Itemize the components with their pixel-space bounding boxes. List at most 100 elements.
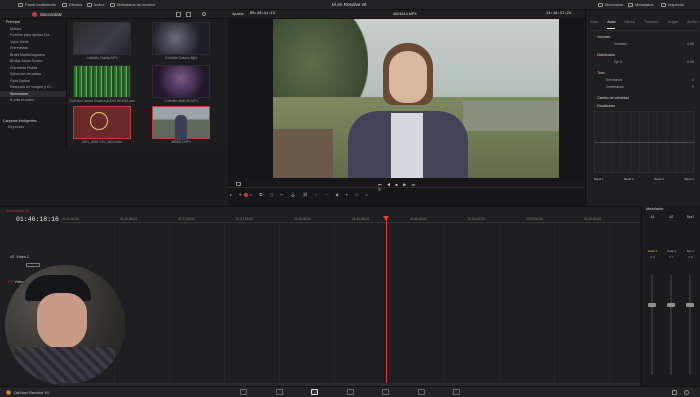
- fader-knob[interactable]: [667, 303, 675, 307]
- viewer-frame[interactable]: [273, 19, 559, 178]
- clip-thumbnail[interactable]: [152, 22, 210, 55]
- fader-knob[interactable]: [686, 303, 694, 307]
- edit-icon[interactable]: [311, 389, 318, 395]
- inspector-tab[interactable]: Efectos: [624, 20, 635, 29]
- clip-thumbnail-selected[interactable]: [152, 106, 210, 140]
- mixer-icon: [598, 2, 603, 7]
- pan-label: Eje X: [614, 60, 623, 64]
- effects-icon: [62, 2, 67, 7]
- channel-fader[interactable]: [667, 275, 675, 375]
- person-silhouette: [175, 115, 187, 140]
- audio-waveform-thumbnail[interactable]: [73, 65, 131, 98]
- media-pool-toggle[interactable]: Panel multimedia: [18, 2, 56, 7]
- eq-graph[interactable]: [594, 111, 695, 173]
- metadata-panel-toggle[interactable]: Metadatos: [628, 2, 654, 7]
- index-toggle[interactable]: Índice: [87, 2, 105, 7]
- scrubber[interactable]: [228, 187, 584, 188]
- page-switcher: [240, 389, 460, 396]
- ruler-tick-label: 01:27:15:00: [236, 217, 253, 221]
- eq-band-2[interactable]: Band 2: [624, 177, 634, 181]
- resolve-logo-icon: [6, 390, 11, 395]
- section-speed-change[interactable]: Cambio de velocidad: [597, 96, 629, 100]
- inspector-tab[interactable]: Archivo: [687, 20, 698, 29]
- viewer-clip-name: 4804614.MP4: [393, 11, 417, 16]
- inspector-icon: [661, 2, 666, 7]
- eq-band-1[interactable]: Band 1: [594, 177, 604, 181]
- channel-value: 0.0: [688, 255, 693, 259]
- cents-label: Centésimas: [606, 85, 624, 89]
- top-menu-bar: Panel multimedia Efectos Índice Metadato…: [0, 0, 700, 10]
- cents-value[interactable]: 0: [692, 85, 694, 89]
- clip-label: Cortinilla Violin 4K.MP4: [164, 99, 198, 103]
- playhead[interactable]: [386, 216, 387, 386]
- eq-band-4[interactable]: Band 4: [684, 177, 694, 181]
- mixer-channels: A1 Audio 1 0.0 A2 Audio 2 0.0 Bus1 Bus 1 0.0: [644, 215, 699, 380]
- ruler-tick-label: 01:00:00:00: [62, 217, 79, 221]
- cursor-mode-icon[interactable]: [244, 193, 248, 197]
- fairlight-icon[interactable]: [417, 389, 425, 395]
- track-v2-label: V2 Vídeo 2: [10, 255, 29, 259]
- timeline-name[interactable]: Sincronizar V2: [6, 209, 29, 213]
- inspector-tab[interactable]: Audio: [607, 20, 616, 29]
- inspector-tab[interactable]: Transición: [644, 20, 659, 29]
- ruler-tick-label: 01:33:45:00: [294, 217, 311, 221]
- metadata-icon: [628, 2, 633, 7]
- inspector-toggle[interactable]: Inspector: [661, 2, 684, 7]
- metadata-toggle[interactable]: Metadatos de archivo: [110, 2, 155, 7]
- section-equalizer[interactable]: Ecualizador: [597, 104, 615, 108]
- mixer-channel-strip: Bus1 Bus 1 0.0: [682, 215, 699, 380]
- eq-band-3[interactable]: Band 3: [654, 177, 664, 181]
- settings-icon[interactable]: [684, 390, 689, 395]
- clip-thumbnail[interactable]: [73, 22, 131, 55]
- cut-icon[interactable]: [275, 389, 283, 395]
- media-icon[interactable]: [240, 389, 247, 395]
- media-pool-icon: [18, 2, 23, 7]
- search-icon[interactable]: [202, 12, 206, 16]
- mixer-toggle[interactable]: Mezclador: [598, 2, 623, 7]
- semitones-value[interactable]: 0: [692, 78, 694, 82]
- ruler-tick-label: 02:10:00:00: [584, 217, 601, 221]
- smart-bin-keywords[interactable]: Keywords: [0, 124, 66, 131]
- section-distribution[interactable]: Distribución: [597, 53, 615, 57]
- home-icon[interactable]: [672, 390, 677, 395]
- fader-knob[interactable]: [648, 303, 656, 307]
- grid-view-icon[interactable]: [176, 12, 181, 17]
- inspector-tab[interactable]: Vídeo: [590, 20, 598, 29]
- channel-fader[interactable]: [648, 275, 656, 375]
- color-icon[interactable]: [382, 389, 389, 395]
- volume-value[interactable]: 0.00: [687, 42, 694, 46]
- playhead-handle[interactable]: [383, 216, 389, 221]
- inspector-tabs: Vídeo Audio Efectos Transición Imagen Archivo: [590, 20, 698, 29]
- mixer-channel-strip: A1 Audio 1 0.0: [644, 215, 661, 380]
- section-volume[interactable]: Volumen: [597, 35, 610, 39]
- zoom-select[interactable]: Ajustar: [232, 12, 244, 16]
- timeline-ruler[interactable]: 01:00:00:00 01:10:55:00 01:17:00:00 01:27:1…: [60, 216, 640, 223]
- clip-thumbnail[interactable]: [152, 65, 210, 98]
- record-timecode: 14:18:47:23: [546, 11, 572, 16]
- channel-value: 0.0: [650, 255, 655, 259]
- channel-fader[interactable]: [686, 275, 694, 375]
- source-timecode: 00:20:41:13: [250, 11, 276, 16]
- channel-name: Audio 1: [647, 249, 658, 253]
- fusion-icon[interactable]: [346, 389, 354, 395]
- timeline: Sincronizar V2 01:46:18:16 01:00:00:00 01…: [0, 206, 640, 386]
- edit-toolbar[interactable]: ▸ ⌖ ▭ ⧉ ◫ ✂ ⚓ ⛓ ⌁ ⋯ ◆ ▾ ☐ ⌕: [230, 192, 470, 199]
- bins-sidebar: Principal Música Fuentes para ajustar Col…: [0, 19, 67, 149]
- sound-library-icon: [110, 2, 115, 7]
- section-pitch[interactable]: Tono: [597, 71, 604, 75]
- list-view-icon[interactable]: [186, 12, 191, 17]
- effects-toggle[interactable]: Efectos: [62, 2, 82, 7]
- inspector-panel: Vídeo Audio Efectos Transición Imagen Archivo…: [585, 10, 700, 207]
- app-name: DaVinci Resolve 19: [14, 390, 49, 395]
- deliver-icon[interactable]: [453, 389, 460, 395]
- pan-value[interactable]: 0.00: [687, 60, 694, 64]
- playback-controls[interactable]: ⏮ ◀ ■ ▶ ⏭ ↻: [378, 182, 418, 192]
- viewer-options-icon[interactable]: [236, 182, 241, 186]
- inspector-tab[interactable]: Imagen: [668, 20, 679, 29]
- clip-thumbnail-selected[interactable]: [73, 106, 131, 139]
- webcam-overlay: [5, 265, 125, 385]
- audio-mixer: Mezclador A1 Audio 1 0.0 A2 Audio 2 0.0 Bus1 Bu…: [641, 206, 700, 386]
- track-area[interactable]: [60, 224, 640, 384]
- viewer: ⏮ ◀ ■ ▶ ⏭ ↻: [228, 19, 584, 206]
- channel-name: Audio 2: [666, 249, 677, 253]
